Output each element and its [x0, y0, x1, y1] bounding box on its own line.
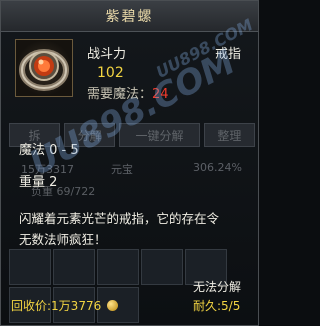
power-value: 102 [97, 65, 124, 81]
recycle-value: 1万3776 [51, 299, 102, 313]
inventory-percent: 306.24% [193, 161, 242, 174]
requirement-row: 需要魔法：24 [87, 83, 169, 102]
ring-icon-graphic [19, 49, 69, 91]
inventory-currency: 元宝 [111, 163, 133, 176]
inventory-slot[interactable] [53, 249, 95, 285]
magic-stat: 魔法 0 - 5 [19, 143, 79, 158]
requirement-value: 24 [152, 87, 169, 102]
inventory-button-decompose-all[interactable]: 一键分解 [119, 123, 200, 147]
gold-coin-icon [107, 300, 119, 311]
recycle-price-row: 回收价:1万3776 [11, 297, 119, 314]
inventory-slot[interactable] [97, 249, 139, 285]
inventory-slot[interactable] [9, 249, 51, 285]
ring-icon [15, 39, 73, 97]
cannot-decompose: 无法分解 [193, 280, 242, 294]
weight-stat: 重量 2 [19, 175, 58, 190]
durability-row: 耐久:5/5 [193, 297, 240, 314]
description-line-2: 无数法师疯狂！ [19, 232, 107, 247]
power-label: 战斗力 [87, 47, 127, 62]
recycle-label: 回收价: [11, 299, 52, 313]
description-line-1: 闪耀着元素光芒的戒指，它的存在令 [19, 211, 220, 226]
item-name: 紫碧螺 [105, 9, 154, 25]
durability-label: 耐久: [193, 299, 222, 313]
title-bar: 紫碧螺 [1, 1, 258, 32]
item-type: 戒指 [215, 47, 242, 62]
durability-value: 5/5 [221, 299, 241, 313]
item-tooltip: 拆 分解 一键分解 整理 15万3317 元宝 306.24% 负重 69/72… [0, 0, 259, 326]
inventory-slot[interactable] [141, 249, 183, 285]
inventory-button-sort[interactable]: 整理 [203, 123, 255, 147]
requirement-label: 需要魔法： [87, 87, 153, 102]
